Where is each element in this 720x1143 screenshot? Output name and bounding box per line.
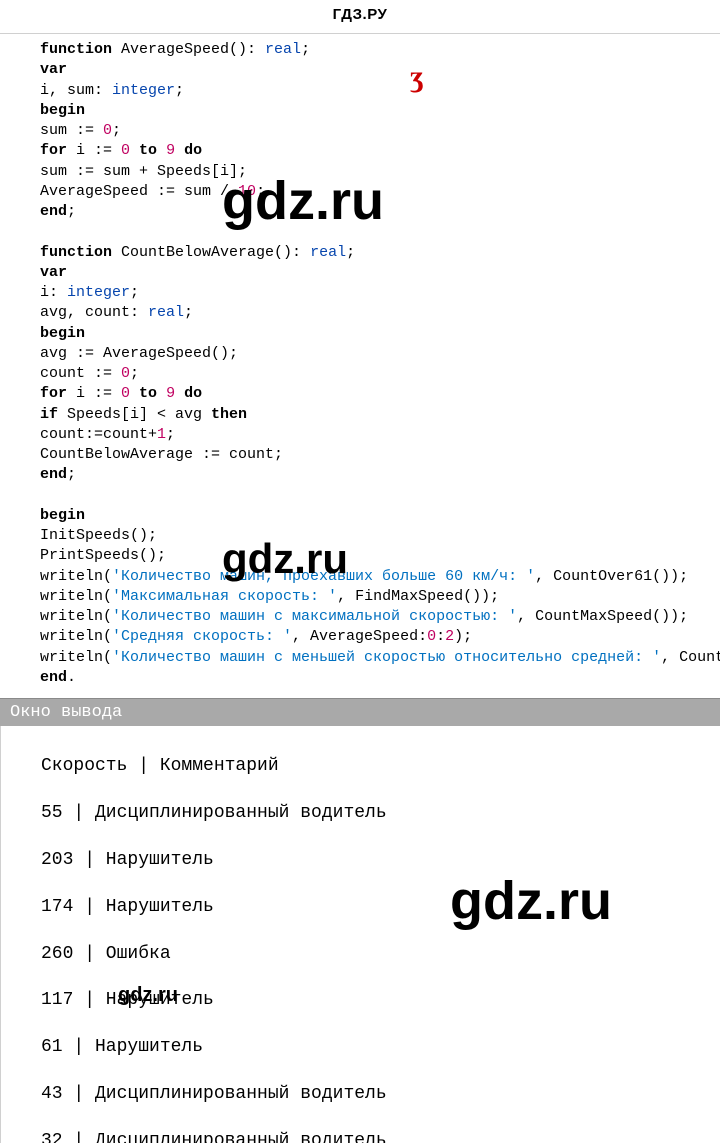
code-line: begin xyxy=(40,324,720,344)
code-line: writeln('Максимальная скорость: ', FindM… xyxy=(40,587,720,607)
code-line: i, sum: integer; xyxy=(40,81,720,101)
output-line: 43 | Дисциплинированный водитель xyxy=(41,1083,710,1106)
code-line: end; xyxy=(40,202,720,222)
output-window-title: Окно вывода xyxy=(0,698,720,726)
code-line: begin xyxy=(40,506,720,526)
page-header: ГДЗ.РУ xyxy=(0,0,720,33)
code-line: i: integer; xyxy=(40,283,720,303)
output-line: 174 | Нарушитель xyxy=(41,896,710,919)
code-line: for i := 0 to 9 do xyxy=(40,141,720,161)
output-line: 117 | Нарушитель xyxy=(41,989,710,1012)
code-line: var xyxy=(40,60,720,80)
code-line: sum := 0; xyxy=(40,121,720,141)
output-line: 55 | Дисциплинированный водитель xyxy=(41,802,710,825)
code-line: writeln('Количество машин, проехавших бо… xyxy=(40,567,720,587)
code-line: writeln('Средняя скорость: ', AverageSpe… xyxy=(40,627,720,647)
code-editor: function AverageSpeed(): real; var i, su… xyxy=(0,33,720,694)
code-line: avg := AverageSpeed(); xyxy=(40,344,720,364)
output-line: Скорость | Комментарий xyxy=(41,755,710,778)
output-line: 61 | Нарушитель xyxy=(41,1036,710,1059)
code-line: end. xyxy=(40,668,720,688)
code-line: avg, count: real; xyxy=(40,303,720,323)
output-window: Скорость | Комментарий 55 | Дисциплиниро… xyxy=(0,726,720,1143)
code-line: writeln('Количество машин с меньшей скор… xyxy=(40,648,720,668)
code-line: function CountBelowAverage(): real; xyxy=(40,243,720,263)
code-line: begin xyxy=(40,101,720,121)
output-line: 260 | Ошибка xyxy=(41,943,710,966)
code-line: function AverageSpeed(): real; xyxy=(40,40,720,60)
code-line: InitSpeeds(); xyxy=(40,526,720,546)
output-line: 32 | Дисциплинированный водитель xyxy=(41,1130,710,1143)
code-line: end; xyxy=(40,465,720,485)
code-line: for i := 0 to 9 do xyxy=(40,384,720,404)
output-line: 203 | Нарушитель xyxy=(41,849,710,872)
code-line: if Speeds[i] < avg then xyxy=(40,405,720,425)
code-line: CountBelowAverage := count; xyxy=(40,445,720,465)
code-line: writeln('Количество машин с максимальной… xyxy=(40,607,720,627)
code-line: count := 0; xyxy=(40,364,720,384)
code-line: count:=count+1; xyxy=(40,425,720,445)
code-line: var xyxy=(40,263,720,283)
caret-mark-icon: ʒ xyxy=(410,60,424,94)
code-line: PrintSpeeds(); xyxy=(40,546,720,566)
code-line: AverageSpeed := sum / 10; xyxy=(40,182,720,202)
code-line: sum := sum + Speeds[i]; xyxy=(40,162,720,182)
